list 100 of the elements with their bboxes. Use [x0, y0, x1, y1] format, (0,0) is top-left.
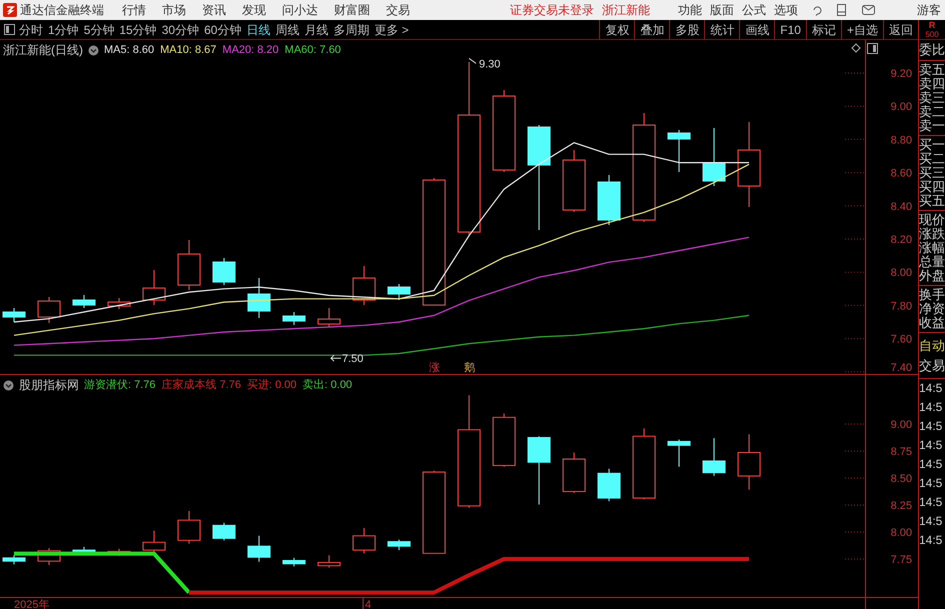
period-tab[interactable]: 周线 — [275, 20, 300, 38]
legend-label: MA5: 8.60 — [104, 42, 154, 58]
chevron-circle-icon[interactable] — [3, 380, 14, 390]
candlestick — [108, 298, 130, 310]
menu-item[interactable]: 市场 — [162, 1, 186, 19]
candlestick — [248, 535, 270, 562]
menu-item[interactable]: 财富圈 — [334, 1, 370, 19]
menu-item[interactable]: 发现 — [242, 1, 266, 19]
candlestick — [562, 452, 586, 494]
candlestick — [178, 510, 200, 544]
trade-time: 14:5 — [919, 475, 944, 492]
trade-mode-tab[interactable]: 自动 — [919, 339, 945, 359]
badge-count: 500 — [925, 30, 939, 38]
axis-label: 2025年 — [14, 599, 50, 609]
quote-label: 买五 — [919, 194, 945, 208]
candlestick — [492, 412, 516, 468]
leader-line — [468, 58, 476, 64]
trade-time: 14:5 — [919, 532, 944, 549]
axis-label: 8.50 — [890, 473, 912, 485]
menu-item[interactable]: 行情 — [122, 1, 146, 19]
candlestick — [38, 548, 60, 566]
legend-label: MA10: 8.67 — [160, 42, 216, 58]
trade-time: 14:5 — [919, 494, 944, 511]
sidebar-toggle-icon[interactable] — [4, 24, 15, 35]
signal-label: 鹅 — [464, 361, 475, 374]
login-notice[interactable]: 证券交易未登录 — [510, 1, 594, 19]
toolbar-button[interactable]: +自选 — [840, 20, 883, 40]
axis-label: 9.00 — [890, 419, 912, 431]
axis-label: 8.60 — [890, 168, 912, 180]
quote-label: 收益 — [919, 316, 945, 330]
candlestick — [352, 527, 376, 554]
menu-item[interactable]: 功能 — [678, 1, 702, 19]
candlestick — [282, 312, 306, 326]
quote-label: 卖一 — [919, 119, 945, 133]
toolbar-button[interactable]: 画线 — [739, 20, 774, 40]
annotation-label: 9.30 — [479, 58, 500, 70]
period-tab[interactable]: 1分钟 — [48, 20, 79, 38]
toolbar-button[interactable]: 返回 — [883, 20, 918, 40]
candlestick — [2, 308, 26, 322]
quote-label: 涨幅 — [919, 241, 945, 255]
axis-label: 8.25 — [890, 500, 912, 512]
candlestick — [38, 296, 60, 324]
period-tab[interactable]: 日线 — [246, 20, 270, 38]
axis-label: 7.40 — [890, 362, 912, 374]
toolbar-button[interactable]: 复权 — [599, 20, 634, 40]
candlestick — [598, 174, 620, 226]
menu-item[interactable]: 资讯 — [202, 1, 226, 19]
menu-item[interactable]: 选项 — [774, 1, 798, 19]
candlestick — [528, 436, 550, 506]
stock-name-link[interactable]: 浙江新能 — [602, 1, 650, 19]
toolbar-button[interactable]: 统计 — [704, 20, 740, 40]
period-tab[interactable]: 多周期 — [333, 20, 370, 38]
menu-item[interactable]: 版面 — [710, 1, 734, 19]
chevron-circle-icon[interactable] — [88, 44, 99, 56]
mail-icon[interactable] — [862, 5, 875, 15]
toolbar-button[interactable]: 标记 — [806, 20, 841, 40]
candlestick — [562, 150, 586, 212]
menu-item[interactable]: 交易 — [386, 1, 410, 19]
legend-label: MA60: 7.60 — [284, 42, 341, 58]
chart-title: 浙江新能(日线) — [3, 42, 83, 59]
candlestick — [702, 438, 726, 476]
toolbar-button[interactable]: 多股 — [669, 20, 704, 40]
period-tab[interactable]: 5分钟 — [84, 20, 114, 38]
candlestick — [388, 284, 410, 300]
candlestick — [318, 554, 340, 568]
candlestick — [248, 278, 270, 318]
quote-label: 现价 — [919, 213, 945, 227]
trade-title: 交易 — [919, 359, 945, 379]
period-tab[interactable]: 30分钟 — [162, 20, 200, 38]
quote-label: 外盘 — [919, 269, 945, 283]
candlestick — [72, 294, 96, 308]
indicator-title: 股朋指标网 — [19, 377, 79, 394]
panel-toggle-icon[interactable] — [867, 43, 878, 54]
period-tab[interactable]: 60分钟 — [204, 20, 242, 38]
axis-label: 9.20 — [890, 68, 912, 80]
period-tab[interactable]: 15分钟 — [119, 20, 157, 38]
candlestick — [318, 308, 340, 328]
diamond-icon[interactable] — [851, 43, 861, 53]
axis-label: 7.60 — [890, 334, 912, 346]
menu-item[interactable]: 公式 — [742, 1, 766, 19]
toolbar-button[interactable]: F10 — [774, 20, 806, 40]
axis-label: 8.40 — [890, 200, 912, 213]
quote-label: 净资 — [919, 302, 945, 316]
toolbar-button[interactable]: 叠加 — [634, 20, 670, 40]
quote-label: 委比 — [919, 42, 945, 57]
quote-label: 总量 — [919, 255, 945, 269]
user-name[interactable]: 游客 — [917, 1, 941, 19]
period-tab[interactable]: 分时 — [19, 20, 43, 38]
candlestick — [388, 539, 410, 551]
trade-time: 14:5 — [919, 456, 944, 473]
annotation-label: 7.50 — [342, 353, 364, 366]
period-tab[interactable]: 更多 > — [374, 20, 409, 38]
axis-label: 7.75 — [890, 554, 912, 566]
quote-label: 卖二 — [919, 105, 945, 119]
menu-item[interactable]: 问小达 — [282, 1, 318, 19]
trade-time: 14:5 — [919, 513, 944, 530]
candlestick — [212, 258, 236, 286]
trade-time: 14:5 — [919, 380, 944, 397]
period-tab[interactable]: 月线 — [304, 20, 328, 38]
candlestick — [212, 522, 236, 541]
